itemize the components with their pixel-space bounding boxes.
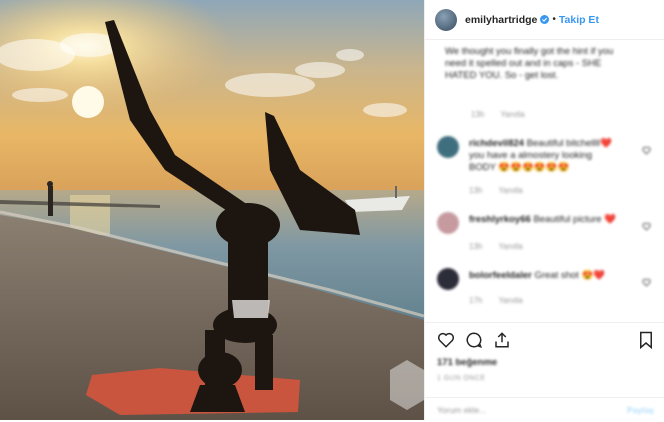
comment-reply-link[interactable]: Yanıtla	[498, 186, 522, 195]
caption-time: 13h	[471, 110, 485, 119]
comment-text: richdevil824 Beautiful bitchellll❤️ you …	[469, 138, 619, 174]
likes-count[interactable]: 171 beğenme	[437, 357, 497, 368]
comments-list[interactable]: We thought you finally got the hint if y…	[425, 40, 664, 322]
avatar[interactable]	[437, 268, 459, 290]
heart-icon[interactable]	[437, 331, 455, 354]
comment-heart-icon[interactable]	[642, 218, 651, 236]
avatar[interactable]	[435, 8, 457, 31]
comment-meta: 13h Yanıtla	[469, 186, 537, 195]
post-sidebar: emilyhartridge • Takip Et We thought you…	[424, 0, 664, 420]
bookmark-icon[interactable]	[638, 331, 654, 354]
comment-time: 17h	[469, 296, 483, 305]
watermark-logo	[390, 360, 424, 410]
comment-username[interactable]: bolorfeeldaler	[469, 270, 532, 281]
caption-text: We thought you finally got the hint if y…	[445, 46, 614, 81]
post-header: emilyhartridge • Takip Et	[425, 0, 664, 40]
caption-reply-link[interactable]: Yanıtla	[500, 110, 524, 119]
comment-body: Beautiful picture ❤️	[533, 214, 617, 225]
add-comment-bar: Yorum ekle... Paylaş	[425, 397, 664, 422]
comment-username[interactable]: freshlyrkoy66	[469, 214, 531, 225]
comment-item: freshlyrkoy66 Beautiful picture ❤️ 13h Y…	[435, 212, 655, 266]
comment-time: 13h	[469, 186, 483, 195]
comment-meta: 13h Yanıtla	[469, 242, 537, 251]
separator-dot: •	[552, 14, 556, 25]
comment-text: bolorfeeldaler Great shot 😍❤️	[469, 270, 619, 282]
comment-reply-link[interactable]: Yanıtla	[498, 296, 522, 305]
post-actions: 171 beğenme 1 GÜN ÖNCE Yorum ekle... Pay…	[425, 322, 664, 421]
comment-input[interactable]: Yorum ekle...	[437, 405, 486, 415]
comment-reply-link[interactable]: Yanıtla	[498, 242, 522, 251]
comment-body: Great shot 😍❤️	[534, 270, 606, 281]
caption-meta: 13h Yanıtla	[471, 110, 539, 119]
comment-icon[interactable]	[465, 331, 483, 354]
follow-button[interactable]: Takip Et	[559, 14, 599, 26]
avatar[interactable]	[437, 136, 459, 158]
action-icons-row	[437, 331, 654, 351]
comment-item: bolorfeeldaler Great shot 😍❤️ 17h Yanıtl…	[435, 268, 655, 322]
avatar[interactable]	[437, 212, 459, 234]
comment-meta: 17h Yanıtla	[469, 296, 537, 305]
comment-username[interactable]: richdevil824	[469, 138, 524, 149]
post-comment-button[interactable]: Paylaş	[627, 405, 654, 415]
beach-headstand-photo	[0, 0, 424, 420]
comment-text: freshlyrkoy66 Beautiful picture ❤️	[469, 214, 619, 226]
post-photo[interactable]	[0, 0, 424, 420]
post-date: 1 GÜN ÖNCE	[437, 375, 486, 382]
verified-badge-icon	[540, 15, 550, 24]
comment-item: richdevil824 Beautiful bitchellll❤️ you …	[435, 136, 655, 195]
share-icon[interactable]	[493, 331, 511, 354]
comment-time: 13h	[469, 242, 483, 251]
comment-heart-icon[interactable]	[642, 274, 651, 292]
comment-heart-icon[interactable]	[642, 142, 651, 160]
post-username[interactable]: emilyhartridge	[465, 14, 537, 26]
